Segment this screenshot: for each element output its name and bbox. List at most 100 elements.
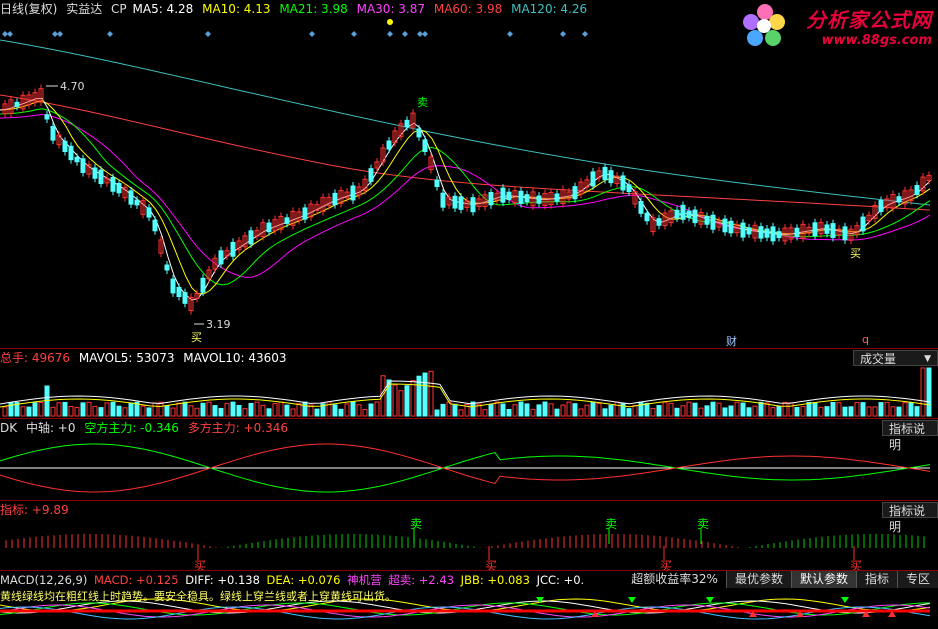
volume-bar xyxy=(80,402,86,417)
signal-diamond-icon xyxy=(582,31,588,37)
candle-body xyxy=(164,264,170,271)
candle-body xyxy=(182,292,188,304)
volume-bar xyxy=(530,408,536,417)
volume-bar xyxy=(62,401,68,417)
macd-value: MACD: +0.125 xyxy=(94,573,179,587)
volume-bar xyxy=(230,401,236,417)
volume-bar xyxy=(836,402,842,417)
ma60-line xyxy=(0,94,931,211)
tab-zhibiao[interactable]: 指标 xyxy=(855,571,897,588)
volume-bar xyxy=(284,404,290,417)
volume-bar xyxy=(914,406,920,417)
volume-bar xyxy=(674,407,680,417)
candle-body xyxy=(896,196,902,203)
volume-bar xyxy=(188,405,194,417)
candle-body xyxy=(284,217,290,224)
volume-bar xyxy=(614,401,620,417)
candle-body xyxy=(656,218,662,226)
volume-bar xyxy=(536,404,542,417)
volume-bar xyxy=(644,402,650,417)
volume-bar xyxy=(56,402,62,417)
candle-body xyxy=(674,209,680,219)
volume-bar xyxy=(566,401,572,417)
volume-bar xyxy=(746,407,752,417)
volume-bar xyxy=(86,401,92,417)
candle-body xyxy=(536,195,542,204)
volume-bar xyxy=(728,405,734,417)
candle-body xyxy=(722,218,728,233)
volume-bar xyxy=(650,407,656,417)
volume-chart[interactable] xyxy=(0,349,938,419)
volume-bar xyxy=(158,401,164,417)
volume-bar xyxy=(224,402,230,417)
volume-bar xyxy=(236,404,242,417)
candle-body xyxy=(626,184,632,193)
volume-bar xyxy=(104,402,110,417)
volume-bar xyxy=(542,401,548,417)
volume-bar xyxy=(782,401,788,417)
candle-body xyxy=(776,231,782,239)
candle-body xyxy=(128,190,134,205)
price-chart[interactable] xyxy=(0,0,938,350)
candle-body xyxy=(572,186,578,200)
candle-body xyxy=(116,182,122,194)
diff-value: DIFF: +0.138 xyxy=(185,573,260,587)
candle-body xyxy=(644,212,650,222)
volume-bar xyxy=(68,405,74,417)
macd-label: MACD(12,26,9) xyxy=(0,573,88,587)
volume-bar xyxy=(920,367,926,417)
volume-bar xyxy=(776,405,782,417)
candle-body xyxy=(350,185,356,201)
volume-bar xyxy=(92,405,98,417)
volume-bar xyxy=(698,407,704,417)
q-marker[interactable]: q xyxy=(862,333,869,346)
candle-body xyxy=(68,145,74,161)
volume-bar xyxy=(26,406,32,417)
volume-bar xyxy=(680,405,686,417)
volume-bar xyxy=(248,402,254,417)
volume-bar xyxy=(74,406,80,417)
candle-body xyxy=(764,228,770,238)
volume-bar xyxy=(668,402,674,417)
candle-body xyxy=(170,278,176,294)
finance-marker[interactable]: 财 xyxy=(726,333,737,349)
volume-bar xyxy=(722,407,728,417)
candle-body xyxy=(680,204,686,220)
sell-signal-label: 卖 xyxy=(417,96,428,109)
candle-body xyxy=(200,277,206,293)
volume-bar xyxy=(50,406,56,417)
volume-bar xyxy=(146,407,152,417)
candle-body xyxy=(692,209,698,224)
volume-bar xyxy=(560,404,566,417)
tab-default-params[interactable]: 默认参数 xyxy=(790,571,856,588)
volume-bar xyxy=(764,402,770,417)
dk-chart[interactable] xyxy=(0,420,938,500)
candle-body xyxy=(152,219,158,232)
tab-zone[interactable]: 专区 xyxy=(896,571,938,588)
shenjiying-label: 神机营 xyxy=(347,573,382,587)
candle-body xyxy=(488,192,494,206)
tab-best-params[interactable]: 最优参数 xyxy=(725,571,791,588)
ma10-line xyxy=(0,100,931,295)
volume-bar xyxy=(806,401,812,417)
candle-body xyxy=(416,128,422,138)
volume-bar xyxy=(800,405,806,417)
volume-bar xyxy=(152,402,158,417)
volume-bar xyxy=(908,402,914,417)
volume-bar xyxy=(692,402,698,417)
volume-bar xyxy=(770,407,776,417)
volume-bar xyxy=(368,403,374,417)
volume-bar xyxy=(338,408,344,417)
signal-diamond-icon xyxy=(560,31,566,37)
candle-body xyxy=(14,101,20,107)
volume-bar xyxy=(434,409,440,417)
volume-bar xyxy=(500,403,506,417)
volume-bar xyxy=(404,385,410,417)
candle-body xyxy=(98,169,104,185)
volume-bar xyxy=(824,406,830,417)
volume-bar xyxy=(860,402,866,417)
signal-diamond-icon xyxy=(387,31,393,37)
zhibiao-chart[interactable]: 卖卖卖买买买买 xyxy=(0,502,938,572)
volume-bar xyxy=(854,402,860,417)
candle-body xyxy=(686,210,692,219)
